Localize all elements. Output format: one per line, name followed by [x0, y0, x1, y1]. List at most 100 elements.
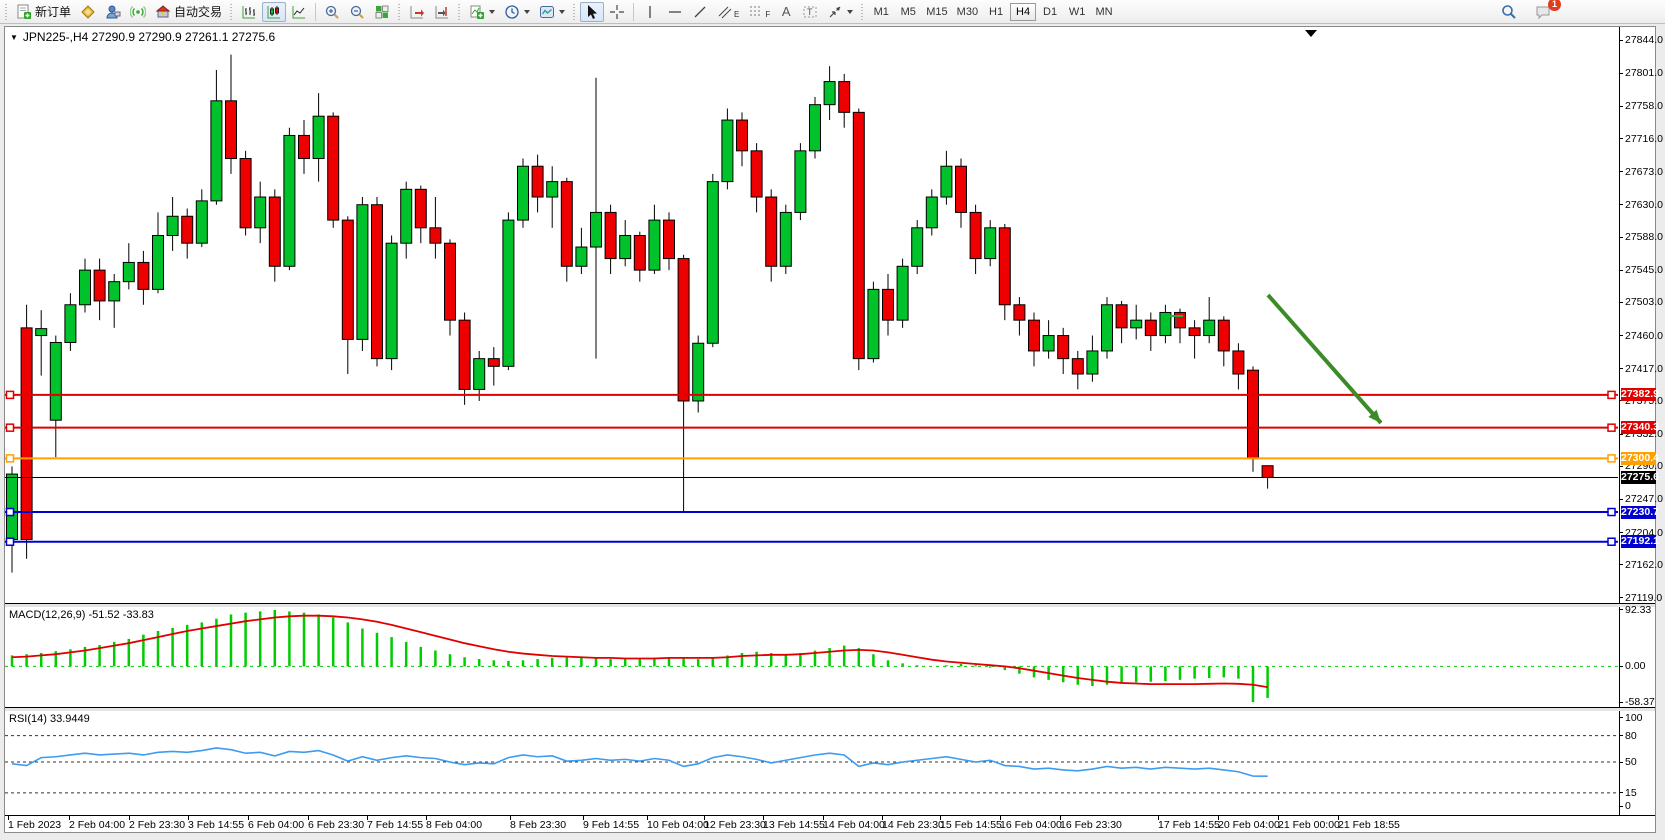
- chart-shift-button[interactable]: [430, 2, 454, 22]
- axis-tick-label: 100: [1625, 712, 1643, 724]
- candle-body: [1248, 370, 1259, 459]
- search-button[interactable]: [1497, 2, 1521, 22]
- horizontal-line-button[interactable]: [663, 2, 687, 22]
- candle-body: [211, 101, 222, 201]
- line-left-handle[interactable]: [7, 455, 14, 462]
- macd-panel[interactable]: MACD(12,26,9) -51.52 -33.83 92.330.00-58…: [5, 607, 1655, 708]
- bar-chart-button[interactable]: [237, 2, 261, 22]
- notification-badge: 1: [1548, 0, 1561, 11]
- candle-body: [1029, 320, 1040, 351]
- candle-body: [780, 212, 791, 266]
- auto-trading-button[interactable]: 自动交易: [151, 2, 226, 22]
- candle-body: [751, 151, 762, 197]
- text-label-button[interactable]: T: [798, 2, 822, 22]
- axis-tick: [1620, 666, 1623, 667]
- timeframe-button-mn[interactable]: MN: [1091, 3, 1117, 21]
- candle-body: [445, 243, 456, 320]
- candle-body: [503, 220, 514, 366]
- toolbar-grip[interactable]: [572, 4, 577, 20]
- timeframe-button-m15[interactable]: M15: [922, 3, 951, 21]
- candle-body: [488, 359, 499, 367]
- toolbar-grip[interactable]: [397, 4, 402, 20]
- line-right-handle[interactable]: [1608, 391, 1615, 398]
- template-icon: [539, 4, 555, 20]
- dropdown-caret-icon: [524, 10, 530, 14]
- axis-tick-label: 15: [1625, 787, 1637, 799]
- trendline-icon: [692, 4, 708, 20]
- line-left-handle[interactable]: [7, 391, 14, 398]
- toolbar-grip[interactable]: [229, 4, 234, 20]
- candle-body: [970, 212, 981, 258]
- timeframe-button-w1[interactable]: W1: [1064, 3, 1090, 21]
- toolbar-grip[interactable]: [860, 4, 865, 20]
- candle-body: [678, 259, 689, 401]
- arrows-button[interactable]: [823, 2, 857, 22]
- price-line-label: 27300.4: [1621, 452, 1656, 465]
- candle-body: [1233, 351, 1244, 374]
- price-chart-panel[interactable]: ▼ JPN225-,H4 27290.9 27290.9 27261.1 272…: [5, 27, 1655, 604]
- timeframe-button-m5[interactable]: M5: [895, 3, 921, 21]
- axis-tick-label: 27545.0: [1625, 264, 1663, 276]
- rsi-panel[interactable]: RSI(14) 33.9449 1008050150: [5, 711, 1655, 816]
- auto-scroll-button[interactable]: [405, 2, 429, 22]
- candle-body: [357, 205, 368, 340]
- line-left-handle[interactable]: [7, 538, 14, 545]
- equidistant-channel-button[interactable]: E: [713, 2, 743, 22]
- toolbar-grip[interactable]: [4, 4, 9, 20]
- axis-tick: [1620, 73, 1623, 74]
- tile-windows-button[interactable]: [370, 2, 394, 22]
- zoom-out-button[interactable]: [345, 2, 369, 22]
- line-right-handle[interactable]: [1608, 509, 1615, 516]
- periods-button[interactable]: [500, 2, 534, 22]
- time-axis-label: 9 Feb 14:55: [583, 819, 639, 831]
- axis-tick-label: 80: [1625, 730, 1637, 742]
- rsi-axis[interactable]: 1008050150: [1619, 711, 1655, 815]
- timeframe-button-h4[interactable]: H4: [1010, 3, 1036, 21]
- axis-tick-label: 27247.0: [1625, 493, 1663, 505]
- candle-body: [926, 197, 937, 228]
- candlestick-plot[interactable]: [5, 27, 1618, 603]
- candle-body: [153, 235, 164, 289]
- cursor-button[interactable]: [580, 2, 604, 22]
- candle-body: [240, 159, 251, 228]
- signals-button[interactable]: [126, 2, 150, 22]
- new-order-button[interactable]: 新订单: [12, 2, 75, 22]
- axis-tick: [1620, 702, 1623, 703]
- time-axis[interactable]: 1 Feb 20232 Feb 04:002 Feb 23:303 Feb 14…: [5, 816, 1655, 832]
- accounts-button[interactable]: [101, 2, 125, 22]
- trendline-button[interactable]: [688, 2, 712, 22]
- toolbar-grip[interactable]: [457, 4, 462, 20]
- candlestick-chart-button[interactable]: [262, 2, 286, 22]
- crosshair-button[interactable]: [605, 2, 629, 22]
- text-button[interactable]: A: [775, 2, 797, 22]
- timeframe-button-m1[interactable]: M1: [868, 3, 894, 21]
- axis-tick: [1620, 335, 1623, 336]
- timeframe-button-d1[interactable]: D1: [1037, 3, 1063, 21]
- price-line-label: 27340.3: [1621, 421, 1656, 434]
- timeframe-button-m30[interactable]: M30: [953, 3, 982, 21]
- fibonacci-button[interactable]: F: [744, 2, 774, 22]
- timeframe-button-h1[interactable]: H1: [983, 3, 1009, 21]
- templates-button[interactable]: [535, 2, 569, 22]
- candle-body: [985, 228, 996, 259]
- indicators-button[interactable]: [465, 2, 499, 22]
- zoom-in-button[interactable]: [320, 2, 344, 22]
- market-watch-button[interactable]: [76, 2, 100, 22]
- vertical-line-button[interactable]: [638, 2, 662, 22]
- line-left-handle[interactable]: [7, 509, 14, 516]
- line-right-handle[interactable]: [1608, 424, 1615, 431]
- trend-arrow-annotation[interactable]: [1268, 295, 1381, 423]
- chart-dropdown-icon[interactable]: ▼: [10, 33, 18, 42]
- candle-body: [1072, 359, 1083, 374]
- rsi-plot[interactable]: [5, 711, 1618, 815]
- line-right-handle[interactable]: [1608, 538, 1615, 545]
- macd-plot[interactable]: [5, 607, 1618, 707]
- line-chart-button[interactable]: [287, 2, 311, 22]
- macd-axis[interactable]: 92.330.00-58.37: [1619, 607, 1655, 707]
- price-axis[interactable]: 27844.027801.027758.027716.027673.027630…: [1619, 27, 1655, 603]
- line-left-handle[interactable]: [7, 424, 14, 431]
- notifications-button[interactable]: 1: [1531, 2, 1555, 22]
- chart-window: ▼ JPN225-,H4 27290.9 27290.9 27261.1 272…: [4, 26, 1656, 833]
- candle-body: [605, 212, 616, 258]
- line-right-handle[interactable]: [1608, 455, 1615, 462]
